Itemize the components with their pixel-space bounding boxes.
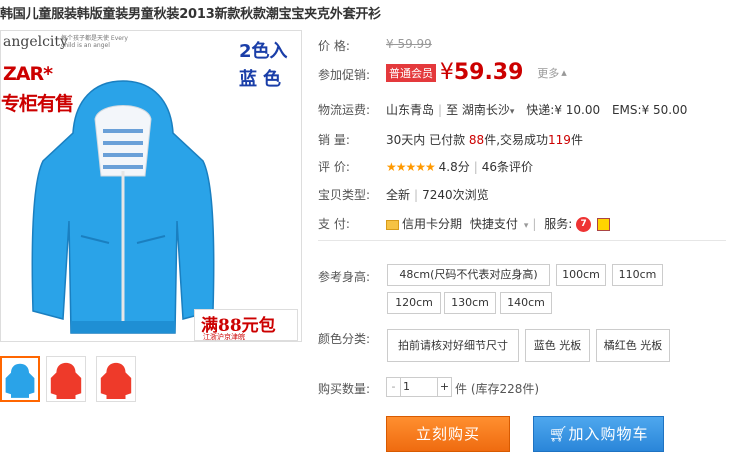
shipping-label: 物流运费:: [318, 103, 371, 117]
size-option-140[interactable]: 140cm: [500, 292, 552, 314]
size-option-130[interactable]: 130cm: [444, 292, 496, 314]
promo-banner: 满88元包 江浙沪京津皖: [194, 309, 298, 341]
promo-label: 参加促销:: [318, 68, 371, 82]
thumbnail-red-2[interactable]: [96, 356, 136, 402]
ems-fee: EMS:¥ 50.00: [611, 103, 688, 117]
product-main-image[interactable]: angelcity 每个孩子都是天使 Every child is an ang…: [0, 30, 302, 342]
chevron-up-icon[interactable]: ▴: [561, 66, 567, 79]
color-count-badge: 2色入: [239, 41, 288, 62]
credit-card-icon: [386, 219, 399, 230]
divider: [318, 240, 726, 241]
thumbnail-blue[interactable]: [0, 356, 40, 402]
quantity-input[interactable]: 1: [403, 380, 433, 393]
vip-tag: 普通会员: [386, 63, 436, 82]
size-option-110[interactable]: 110cm: [612, 264, 663, 286]
size-option-120[interactable]: 120cm: [387, 292, 441, 314]
promo-sub-text: 江浙沪京津皖: [203, 333, 245, 341]
sales-middle: 件,交易成功: [484, 133, 549, 147]
color-option-check-size[interactable]: 拍前请核对好细节尺寸: [387, 329, 519, 362]
star-rating-icon: ★★★★★: [386, 160, 436, 174]
done-count: 119: [548, 133, 571, 147]
currency-symbol: ¥: [439, 60, 454, 85]
guarantee-icon[interactable]: [597, 218, 611, 231]
cart-icon: 🛒︎: [548, 425, 569, 443]
thumbnail-red-1[interactable]: [46, 356, 86, 402]
color-option-blue[interactable]: 蓝色 光板: [525, 329, 590, 362]
size-option-48[interactable]: 48cm(尺码不代表对应身高): [387, 264, 550, 286]
buy-now-button[interactable]: 立刻购买: [386, 416, 510, 452]
quantity-decrease-button[interactable]: -: [387, 378, 401, 396]
sales-suffix: 件: [570, 133, 583, 147]
service-label: 服务:: [544, 217, 573, 231]
quantity-increase-button[interactable]: +: [437, 378, 451, 396]
chevron-down-icon[interactable]: ▾: [524, 221, 529, 231]
ship-from: 山东青岛: [386, 103, 435, 117]
more-promos-link[interactable]: 更多: [537, 67, 559, 80]
rating-score: 4.8分: [438, 160, 470, 174]
size-option-100[interactable]: 100cm: [556, 264, 606, 286]
color-option-orange-red[interactable]: 橘红色 光板: [596, 329, 670, 362]
chevron-down-icon[interactable]: ▾: [510, 107, 515, 117]
view-count: 7240次浏览: [422, 188, 489, 202]
size-label: 参考身高:: [318, 270, 371, 284]
brand-slogan: 每个孩子都是天使 Every child is an angel: [61, 35, 128, 49]
promo-price: 59.39: [453, 60, 524, 85]
quick-pay-link[interactable]: 快捷支付: [470, 217, 518, 231]
sales-prefix: 30天内 已付款: [386, 133, 466, 147]
paid-count: 88: [468, 133, 485, 147]
rating-label: 评 价:: [318, 160, 350, 174]
payment-label: 支 付:: [318, 217, 350, 231]
ship-to-prefix: 至: [446, 103, 459, 117]
express-fee: 快递:¥ 10.00: [526, 103, 601, 117]
quantity-stepper: - 1 +: [386, 377, 452, 397]
credit-installment-link[interactable]: 信用卡分期: [402, 217, 462, 231]
seven-day-return-icon[interactable]: 7: [576, 217, 592, 232]
add-to-cart-button[interactable]: 🛒︎加入购物车: [533, 416, 664, 452]
reviews-link[interactable]: 46条评价: [482, 160, 533, 174]
original-price-label: 价 格:: [318, 39, 350, 53]
original-price: ¥ 59.99: [386, 37, 432, 51]
add-to-cart-label: 加入购物车: [568, 425, 649, 443]
jacket-image: [31, 80, 215, 334]
item-condition: 全新: [386, 188, 411, 202]
ship-destination-select[interactable]: 湖南长沙: [462, 103, 510, 117]
color-name-badge: 蓝色: [239, 69, 287, 90]
product-title: 韩国儿童服装韩版童装男童秋装2013新款秋款潮宝宝夹克外套开衫: [0, 7, 381, 22]
quantity-label: 购买数量:: [318, 382, 371, 396]
item-type-label: 宝贝类型:: [318, 188, 371, 202]
color-label: 颜色分类:: [318, 332, 371, 346]
sales-label: 销 量:: [318, 133, 350, 147]
stock-info: 件 (库存228件): [455, 382, 540, 396]
brand-logo: angelcity: [3, 34, 68, 50]
